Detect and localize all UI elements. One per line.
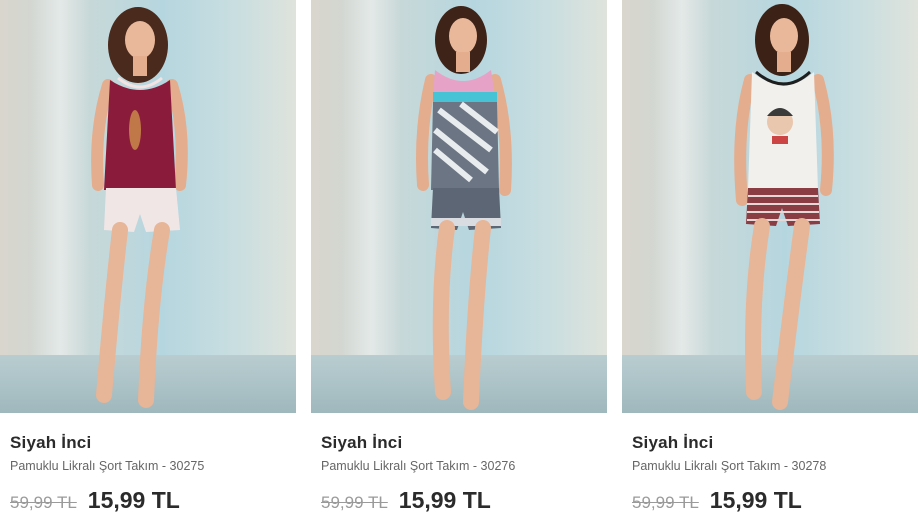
product-brand[interactable]: Siyah İnci [10, 432, 290, 454]
sale-price: 15,99 TL [87, 487, 180, 513]
model-illustration [416, 6, 512, 410]
product-card[interactable]: Siyah İnci Pamuklu Likralı Şort Takım - … [311, 0, 607, 521]
model-illustration [91, 7, 188, 408]
product-name[interactable]: Pamuklu Likralı Şort Takım - 30276 [321, 457, 601, 475]
product-brand[interactable]: Siyah İnci [632, 432, 912, 454]
product-image[interactable] [311, 0, 607, 413]
product-card[interactable]: Siyah İnci Pamuklu Likralı Şort Takım - … [622, 0, 918, 521]
price-row: 59,99 TL 15,99 TL [321, 487, 601, 514]
product-name[interactable]: Pamuklu Likralı Şort Takım - 30278 [632, 457, 912, 475]
old-price: 59,99 TL [632, 493, 699, 512]
old-price: 59,99 TL [10, 493, 77, 512]
product-name[interactable]: Pamuklu Likralı Şort Takım - 30275 [10, 457, 290, 475]
sale-price: 15,99 TL [709, 487, 802, 513]
price-row: 59,99 TL 15,99 TL [10, 487, 290, 514]
old-price: 59,99 TL [321, 493, 388, 512]
product-grid: Siyah İnci Pamuklu Likralı Şort Takım - … [0, 0, 918, 521]
price-row: 59,99 TL 15,99 TL [632, 487, 912, 514]
product-card[interactable]: Siyah İnci Pamuklu Likralı Şort Takım - … [0, 0, 296, 521]
product-brand[interactable]: Siyah İnci [321, 432, 601, 454]
sale-price: 15,99 TL [398, 487, 491, 513]
product-image[interactable] [0, 0, 296, 413]
model-illustration [734, 4, 834, 410]
product-image[interactable] [622, 0, 918, 413]
